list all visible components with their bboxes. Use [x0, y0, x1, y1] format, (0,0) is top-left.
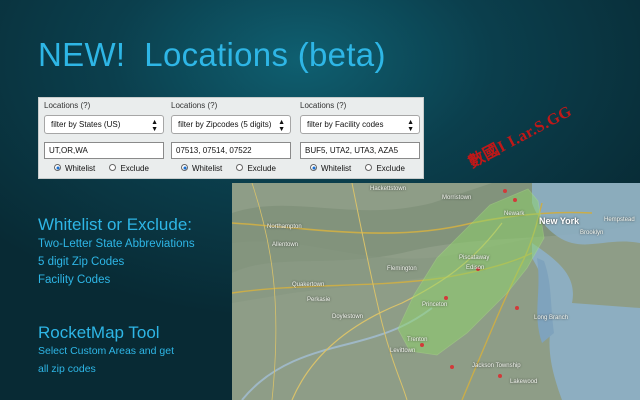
radio-label: Whitelist	[65, 164, 96, 173]
select-value: filter by Facility codes	[307, 120, 384, 129]
map-label-newark: Newark	[504, 211, 525, 217]
rocketmap-section-title: RocketMap Tool	[38, 323, 160, 342]
whitelist-section-title: Whitelist or Exclude:	[38, 215, 192, 234]
map-label-levittown: Levittown	[390, 348, 416, 354]
radio-checked-icon	[181, 164, 188, 171]
rocketmap-line: all zip codes	[38, 363, 96, 375]
radio-label: Whitelist	[192, 164, 223, 173]
rocketmap-line: Select Custom Areas and get	[38, 345, 174, 357]
locations-filter-panel: Locations (?) filter by States (US) ▲ ▼ U…	[38, 97, 424, 179]
exclude-radio[interactable]: Exclude	[236, 164, 276, 173]
whitelist-radio[interactable]: Whitelist	[181, 164, 222, 173]
map-label-morristown: Morristown	[442, 195, 472, 201]
map-label-quakertown: Quakertown	[292, 282, 325, 288]
map-label-doylestown: Doylestown	[332, 314, 364, 320]
select-value: filter by States (US)	[51, 120, 121, 129]
map-label-hempstead: Hempstead	[604, 217, 635, 223]
whitelist-line: 5 digit Zip Codes	[38, 256, 125, 268]
whitelist-line: Two-Letter State Abbreviations	[38, 238, 195, 250]
filter-type-select[interactable]: filter by Zipcodes (5 digits) ▲ ▼	[171, 115, 291, 134]
whitelist-exclude-group: Whitelist Exclude	[310, 164, 417, 173]
map-label-jackson-township: Jackson Township	[472, 363, 521, 369]
filter-values-input[interactable]: BUF5, UTA2, UTA3, AZA5	[300, 142, 420, 159]
filter-label[interactable]: Locations (?)	[44, 101, 90, 110]
radio-unchecked-icon	[109, 164, 117, 171]
whitelist-radio[interactable]: Whitelist	[54, 164, 95, 173]
red-stamp: 數國I I.ar.S.GG	[465, 102, 575, 172]
radio-checked-icon	[54, 164, 61, 171]
whitelist-exclude-group: Whitelist Exclude	[54, 164, 161, 173]
radio-label: Exclude	[120, 164, 149, 173]
whitelist-radio[interactable]: Whitelist	[310, 164, 351, 173]
map-view[interactable]: Hackettstown Morristown Newark New York …	[232, 183, 640, 400]
filter-values-input[interactable]: 07513, 07514, 07522	[171, 142, 291, 159]
filter-type-select[interactable]: filter by Facility codes ▲ ▼	[300, 115, 420, 134]
filter-values-input[interactable]: UT,OR,WA	[44, 142, 164, 159]
filter-type-select[interactable]: filter by States (US) ▲ ▼	[44, 115, 164, 134]
exclude-radio[interactable]: Exclude	[365, 164, 405, 173]
sort-caret-icon: ▲ ▼	[151, 119, 158, 133]
whitelist-exclude-group: Whitelist Exclude	[181, 164, 288, 173]
radio-checked-icon	[310, 164, 317, 171]
map-label-perkasie: Perkasie	[307, 297, 331, 303]
sort-caret-icon: ▲ ▼	[407, 119, 414, 133]
map-label-edison: Edison	[466, 265, 485, 271]
whitelist-line: Facility Codes	[38, 274, 111, 286]
map-label-long-branch: Long Branch	[534, 315, 569, 321]
radio-label: Exclude	[247, 164, 276, 173]
map-label-hackettstown: Hackettstown	[370, 186, 407, 192]
radio-label: Exclude	[376, 164, 405, 173]
radio-label: Whitelist	[321, 164, 352, 173]
map-label-brooklyn: Brooklyn	[580, 230, 604, 236]
map-label-allentown: Allentown	[272, 242, 299, 248]
map-label-new-york: New York	[539, 216, 580, 226]
radio-unchecked-icon	[236, 164, 244, 171]
page-headline: NEW! Locations (beta)	[38, 36, 386, 73]
select-value: filter by Zipcodes (5 digits)	[178, 120, 272, 129]
radio-unchecked-icon	[365, 164, 373, 171]
sort-caret-icon: ▲ ▼	[278, 119, 285, 133]
filter-label[interactable]: Locations (?)	[300, 101, 346, 110]
map-label-princeton: Princeton	[422, 302, 448, 308]
map-label-lakewood: Lakewood	[510, 379, 538, 385]
filter-label[interactable]: Locations (?)	[171, 101, 217, 110]
map-label-trenton: Trenton	[407, 337, 428, 343]
map-label-piscataway: Piscataway	[459, 255, 490, 261]
exclude-radio[interactable]: Exclude	[109, 164, 149, 173]
map-label-flemington: Flemington	[387, 266, 417, 272]
map-label-northampton: Northampton	[267, 224, 302, 230]
